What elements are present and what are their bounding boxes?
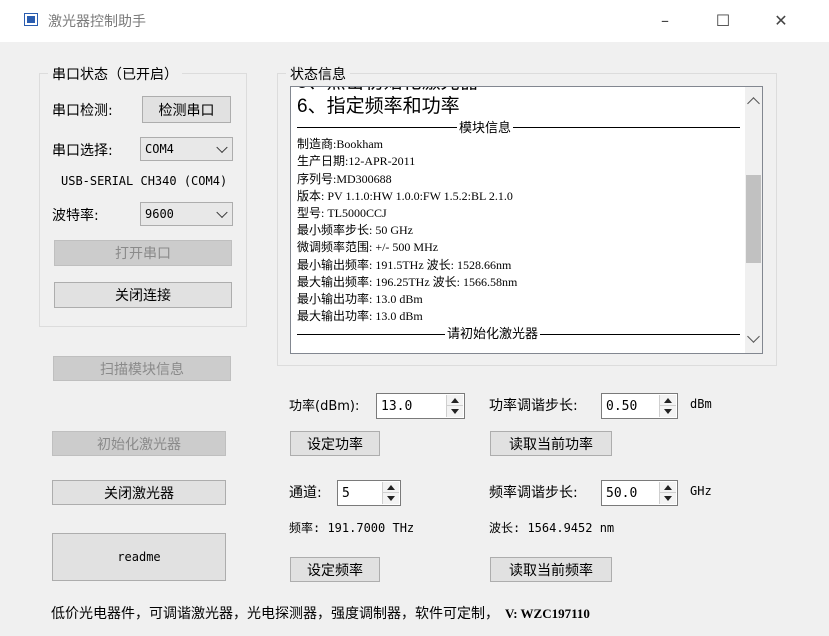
status-line: 生产日期:12-APR-2011 [297, 154, 416, 169]
footer-text: 低价光电器件，可调谐激光器，光电探测器，强度调制器，软件可定制， V: WZC19… [51, 603, 590, 623]
close-connection-button[interactable]: 关闭连接 [54, 282, 232, 308]
init-prompt-heading: 请初始化激光器 [447, 326, 539, 342]
window-title: 激光器控制助手 [48, 14, 146, 30]
app-icon [24, 13, 38, 26]
scroll-thumb[interactable] [746, 175, 761, 263]
version-label: V: WZC197110 [505, 606, 590, 621]
init-laser-button[interactable]: 初始化激光器 [52, 431, 226, 456]
channel-value: 5 [342, 485, 350, 501]
status-scrollbar[interactable] [745, 87, 762, 353]
status-text-area[interactable]: 5、点击初始化激光器 6、指定频率和功率 模块信息 制造商:Bookham 生产… [290, 86, 763, 354]
status-line: 微调频率范围: +/- 500 MHz [297, 240, 439, 255]
close-button[interactable]: ✕ [758, 6, 804, 36]
module-info-heading: 模块信息 [459, 120, 512, 135]
power-step-unit: dBm [690, 397, 712, 411]
footer-ad-text: 低价光电器件，可调谐激光器，光电探测器，强度调制器，软件可定制， [51, 606, 499, 622]
power-spinbox[interactable]: 13.0 [376, 393, 465, 419]
status-line: 最小频率步长: 50 GHz [297, 223, 413, 238]
power-step-spinbox[interactable]: 0.50 [601, 393, 678, 419]
status-clipped-line: 5、点击初始化激光器 [297, 87, 740, 95]
chevron-down-icon [216, 141, 228, 154]
port-select[interactable]: COM4 [140, 137, 233, 161]
freq-step-spinbox[interactable]: 50.0 [601, 480, 678, 506]
minimize-button[interactable]: – [642, 6, 688, 36]
status-line: 版本: PV 1.1.0:HW 1.0.0:FW 1.5.2:BL 2.1.0 [297, 188, 513, 203]
frequency-readout: 频率: 191.7000 THz [289, 521, 415, 535]
wavelength-readout: 波长: 1564.9452 nm [489, 521, 615, 535]
status-line: 最大输出功率: 13.0 dBm [297, 309, 423, 324]
spin-up-icon[interactable] [383, 482, 399, 493]
read-frequency-button[interactable]: 读取当前频率 [490, 557, 612, 582]
spin-down-icon[interactable] [383, 493, 399, 504]
serial-group-title: 串口状态（已开启） [48, 64, 182, 84]
read-power-button[interactable]: 读取当前功率 [490, 431, 612, 456]
power-value: 13.0 [381, 398, 413, 414]
detect-port-button[interactable]: 检测串口 [142, 96, 231, 123]
init-prompt-separator: 请初始化激光器 [297, 325, 740, 342]
status-line: 最大输出频率: 196.25THz 波长: 1566.58nm [297, 274, 518, 289]
power-step-value: 0.50 [606, 398, 638, 414]
status-group-title: 状态信息 [286, 64, 350, 84]
set-power-button[interactable]: 设定功率 [290, 431, 380, 456]
scan-module-button[interactable]: 扫描模块信息 [53, 356, 231, 381]
spin-up-icon[interactable] [447, 395, 463, 406]
detect-label: 串口检测: [52, 103, 113, 119]
status-line: 最小输出频率: 191.5THz 波长: 1528.66nm [297, 257, 512, 272]
open-port-button[interactable]: 打开串口 [54, 240, 232, 266]
port-select-value: COM4 [145, 142, 174, 156]
status-step-line: 6、指定频率和功率 [297, 96, 460, 117]
power-label: 功率(dBm): [289, 399, 360, 414]
spin-down-icon[interactable] [660, 493, 676, 504]
spin-up-icon[interactable] [660, 482, 676, 493]
spin-up-icon[interactable] [660, 395, 676, 406]
status-content: 5、点击初始化激光器 6、指定频率和功率 模块信息 制造商:Bookham 生产… [297, 87, 740, 343]
freq-step-label: 频率调谐步长: [489, 485, 578, 501]
spin-down-icon[interactable] [447, 406, 463, 417]
module-info-separator: 模块信息 [297, 119, 740, 136]
channel-spinbox[interactable]: 5 [337, 480, 401, 506]
set-frequency-button[interactable]: 设定频率 [290, 557, 380, 582]
port-description: USB-SERIAL CH340 (COM4) [61, 174, 228, 188]
scroll-up-icon[interactable] [747, 97, 760, 110]
chevron-down-icon [216, 206, 228, 219]
readme-button[interactable]: readme [52, 533, 226, 581]
status-line: 最小输出功率: 13.0 dBm [297, 292, 423, 307]
spin-down-icon[interactable] [660, 406, 676, 417]
baud-select-value: 9600 [145, 207, 174, 221]
status-line: 制造商:Bookham [297, 137, 383, 152]
status-line: 序列号:MD300688 [297, 171, 392, 186]
freq-step-unit: GHz [690, 484, 712, 498]
shutdown-laser-button[interactable]: 关闭激光器 [52, 480, 226, 505]
maximize-button[interactable]: ☐ [700, 6, 746, 36]
freq-step-value: 50.0 [606, 485, 638, 501]
port-select-label: 串口选择: [52, 143, 113, 159]
baud-label: 波特率: [52, 208, 99, 224]
power-step-label: 功率调谐步长: [489, 398, 578, 414]
channel-label: 通道: [289, 485, 322, 501]
baud-select[interactable]: 9600 [140, 202, 233, 226]
scroll-down-icon[interactable] [747, 330, 760, 343]
status-line: 型号: TL5000CCJ [297, 206, 387, 221]
